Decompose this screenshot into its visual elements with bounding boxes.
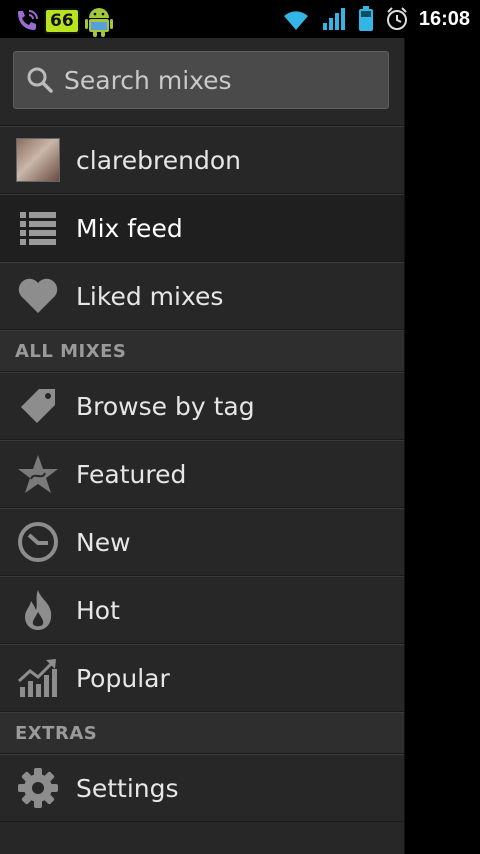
avatar [16,138,60,182]
section-title: EXTRAS [15,722,98,744]
search-box[interactable] [13,51,389,109]
profile-item[interactable]: clarebrendon [0,126,404,194]
search-bar [0,38,404,126]
nav-item-label: Settings [76,773,179,803]
search-input[interactable] [62,64,366,96]
nav-item-label: Liked mixes [76,281,224,311]
gear-icon [18,768,58,808]
notification-badge: 66 [44,8,80,34]
nav-item-featured[interactable]: Featured [0,440,404,508]
phone-wifi-call-icon [18,10,38,30]
signal-icon [322,8,345,30]
search-icon [27,67,53,93]
list-icon [20,212,56,245]
section-header-extras: EXTRAS [0,712,404,754]
status-bar: 66 16:08 [0,0,480,38]
nav-item-new[interactable]: New [0,508,404,576]
tag-icon [21,389,55,423]
section-title: ALL MIXES [15,340,127,362]
nav-item-label: Featured [76,459,187,489]
wifi-icon [283,11,308,30]
nav-item-liked-mixes[interactable]: Liked mixes [0,262,404,330]
nav-item-popular[interactable]: Popular [0,644,404,712]
section-header-all-mixes: ALL MIXES [0,330,404,372]
clock-icon [18,522,58,562]
nav-item-hot[interactable]: Hot [0,576,404,644]
trending-chart-icon [17,659,57,697]
nav-item-label: Popular [76,663,170,693]
alarm-clock-icon [386,7,407,30]
profile-username: clarebrendon [76,145,241,175]
nav-item-label: New [76,527,131,557]
featured-star-icon [18,455,58,493]
nav-item-browse-by-tag[interactable]: Browse by tag [0,372,404,440]
nav-item-settings[interactable]: Settings [0,754,404,822]
flame-icon [25,590,52,630]
nav-item-label: Mix feed [76,213,183,243]
status-time: 16:08 [418,7,470,30]
nav-item-label: Hot [76,595,120,625]
android-icon [84,8,113,37]
navigation-drawer: clarebrendon Mix feed Liked mixes ALL MI… [0,38,405,854]
nav-item-label: Browse by tag [76,391,255,421]
nav-item-mix-feed[interactable]: Mix feed [0,194,404,262]
heart-icon [18,278,58,313]
battery-icon [358,6,373,31]
